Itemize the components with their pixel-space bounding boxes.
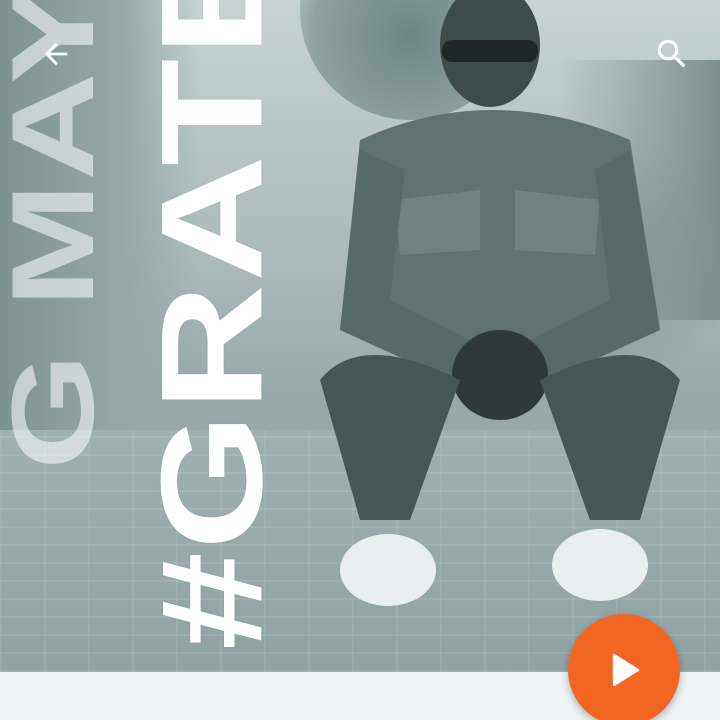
hashtag-overlay: #GRATEFUL	[131, 0, 293, 650]
play-icon	[612, 653, 640, 687]
search-icon	[657, 39, 686, 68]
artwork-person	[320, 0, 680, 606]
arrow-back-icon	[44, 42, 68, 66]
play-button[interactable]	[568, 614, 680, 720]
screen: G MAYES #GRATEFUL	[0, 0, 720, 720]
album-artwork: G MAYES #GRATEFUL	[0, 0, 720, 672]
back-button[interactable]	[32, 30, 80, 78]
search-button[interactable]	[648, 30, 696, 78]
